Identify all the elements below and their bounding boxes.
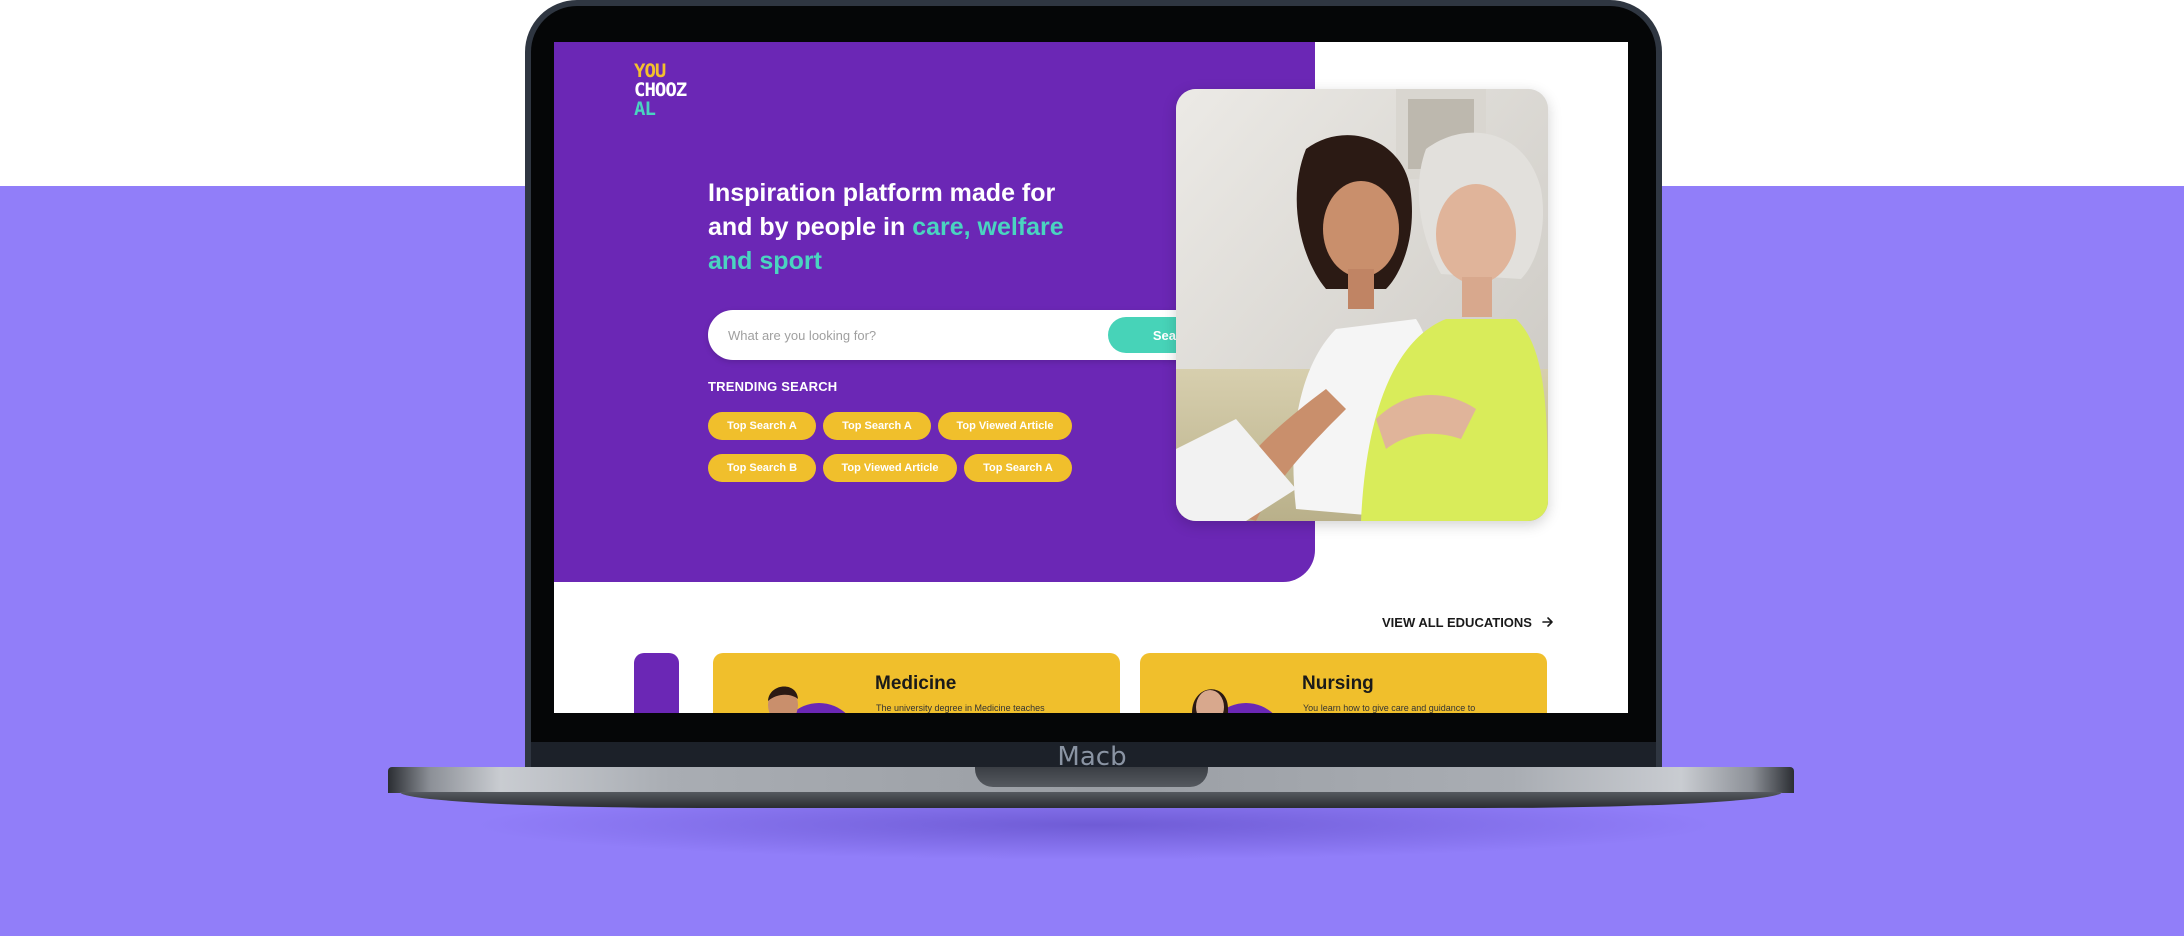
trending-search-title: TRENDING SEARCH [708, 379, 838, 394]
logo-line-3: AL [634, 98, 656, 120]
education-carousel-tab[interactable] [634, 653, 679, 713]
trending-chip[interactable]: Top Search A [708, 412, 816, 440]
education-card-description: The university degree in Medicine teache… [876, 703, 1045, 713]
search-input[interactable] [728, 310, 1108, 360]
search-bar: Search [708, 310, 1249, 360]
laptop-brand-label: Macb [1057, 742, 1127, 772]
arrow-right-icon [1541, 617, 1553, 627]
education-card-description: You learn how to give care and guidance … [1303, 703, 1476, 713]
education-card-title: Medicine [875, 673, 957, 694]
trending-chip[interactable]: Top Search A [964, 454, 1072, 482]
hero-headline: Inspiration platform made for and by peo… [708, 176, 1078, 278]
nursing-avatar [1192, 689, 1273, 713]
education-card-medicine[interactable]: Medicine The university degree in Medici… [713, 653, 1120, 713]
view-all-label: VIEW ALL EDUCATIONS [1382, 615, 1532, 630]
hero-photo [1176, 89, 1548, 521]
youchoozal-logo[interactable]: YOU CHOOZ AL [634, 62, 704, 124]
trending-chip[interactable]: Top Viewed Article [823, 454, 957, 482]
medicine-avatar [768, 686, 846, 713]
trending-chip[interactable]: Top Search A [823, 412, 931, 440]
view-all-educations-link[interactable]: VIEW ALL EDUCATIONS [1382, 615, 1554, 630]
trending-chip[interactable]: Top Viewed Article [938, 412, 1072, 440]
caregiver-elderly-woman-illustration [1176, 89, 1548, 521]
education-card-nursing[interactable]: Nursing You learn how to give care and g… [1140, 653, 1547, 713]
trending-chip[interactable]: Top Search B [708, 454, 816, 482]
laptop-base-bottom [400, 792, 1782, 808]
laptop-screen: YOU CHOOZ AL Inspiration platform made f… [554, 42, 1628, 713]
education-card-title: Nursing [1302, 673, 1374, 694]
